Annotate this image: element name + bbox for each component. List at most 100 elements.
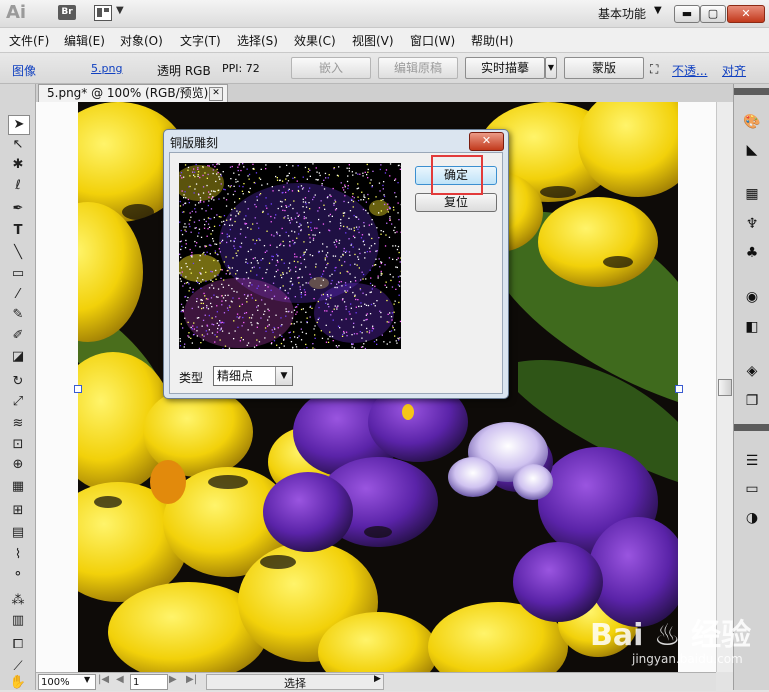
preview-dot [186, 282, 187, 283]
dock-header[interactable] [734, 88, 769, 95]
menu-edit[interactable]: 编辑(E) [64, 32, 105, 49]
scrollbar-thumb[interactable] [718, 379, 732, 396]
chevron-down-icon[interactable]: ▼ [275, 367, 292, 385]
line-icon[interactable]: ╲ [8, 244, 28, 262]
hand-icon[interactable]: ✋ [8, 674, 28, 692]
minimize-button[interactable]: ▬ [674, 5, 700, 23]
preview-dot [342, 187, 343, 188]
color-guide-icon[interactable]: 🎨 [742, 113, 762, 131]
reset-button[interactable]: 复位 [415, 193, 497, 212]
chevron-down-icon[interactable]: ▼ [545, 57, 557, 79]
chevron-down-icon[interactable]: ▼ [654, 5, 662, 16]
perspective-icon[interactable]: ▦ [8, 478, 28, 496]
direct-selection-icon[interactable]: ↖ [8, 136, 28, 154]
menu-view[interactable]: 视图(V) [352, 32, 394, 49]
appearance-icon[interactable]: ◉ [742, 288, 762, 306]
preview-dot [191, 232, 192, 233]
artboard-icon[interactable]: ⧠ [8, 636, 28, 654]
transform-icon[interactable]: ⛶ [650, 62, 658, 77]
bridge-button[interactable]: Br [58, 5, 76, 20]
menu-help[interactable]: 帮助(H) [471, 32, 513, 49]
bounding-box-handle[interactable] [74, 385, 82, 393]
symbols-icon[interactable]: ♣ [742, 244, 762, 262]
magic-wand-icon[interactable]: ✱ [8, 156, 28, 174]
dialog-close-button[interactable]: ✕ [469, 132, 504, 151]
selection-icon[interactable]: ➤ [8, 115, 30, 135]
preview-dot [371, 291, 372, 292]
type-dropdown[interactable]: 精细点 ▼ [213, 366, 293, 386]
preview-dot [199, 229, 200, 230]
gradient-panel-icon[interactable]: ▭ [742, 480, 762, 498]
blob-brush-icon[interactable]: ✐ [8, 327, 28, 345]
document-tab[interactable]: 5.png* @ 100% (RGB/预览) ✕ [38, 84, 228, 103]
chevron-down-icon[interactable]: ▼ [84, 675, 90, 684]
preview-dot [326, 325, 327, 326]
workspace-switcher[interactable]: 基本功能 [598, 5, 646, 22]
artboards-icon[interactable]: ❐ [742, 392, 762, 410]
swatches-icon[interactable]: ▦ [742, 185, 762, 203]
preview-dot [304, 252, 305, 253]
close-icon[interactable]: ✕ [209, 87, 223, 101]
preview-dot [277, 260, 278, 261]
preview-dot [181, 311, 182, 312]
blend-icon[interactable]: ⚬ [8, 566, 28, 584]
eraser-icon[interactable]: ◪ [8, 348, 28, 366]
preview-dot [309, 274, 310, 275]
preview-dot [256, 345, 257, 346]
pencil-icon[interactable]: ✎ [8, 306, 28, 324]
shape-builder-icon[interactable]: ⊕ [8, 456, 28, 474]
live-trace-button[interactable]: 实时描摹 [465, 57, 545, 79]
mesh-icon[interactable]: ⊞ [8, 502, 28, 520]
embed-button[interactable]: 嵌入 [291, 57, 371, 79]
preview-dot [352, 346, 353, 347]
color-icon[interactable]: ◣ [742, 141, 762, 159]
free-transform-icon[interactable]: ⊡ [8, 436, 28, 454]
transparency-icon[interactable]: ◑ [742, 509, 762, 527]
close-window-button[interactable]: ✕ [727, 5, 765, 23]
paintbrush-icon[interactable]: ⁄ [8, 286, 28, 304]
align-link[interactable]: 对齐 [722, 62, 746, 79]
brushes-icon[interactable]: ♆ [742, 215, 762, 233]
menu-effect[interactable]: 效果(C) [294, 32, 336, 49]
preview-dot [216, 173, 217, 174]
menu-file[interactable]: 文件(F) [9, 32, 49, 49]
last-page-icon[interactable]: ▶| [186, 674, 197, 685]
eyedropper-icon[interactable]: ⌇ [8, 546, 28, 564]
preview-dot [338, 326, 339, 327]
layers-icon[interactable]: ◈ [742, 362, 762, 380]
menu-object[interactable]: 对象(O) [120, 32, 163, 49]
next-page-icon[interactable]: ▶ [169, 674, 177, 685]
symbol-sprayer-icon[interactable]: ⁂ [8, 592, 28, 610]
preview-dot [389, 218, 390, 219]
status-mode-select[interactable]: 选择 [206, 674, 384, 690]
menu-type[interactable]: 文字(T) [180, 32, 221, 49]
stroke-icon[interactable]: ☰ [742, 452, 762, 470]
arrange-documents-icon[interactable] [94, 5, 112, 21]
graphic-styles-icon[interactable]: ◧ [742, 318, 762, 336]
graph-icon[interactable]: ▥ [8, 612, 28, 630]
rectangle-icon[interactable]: ▭ [8, 265, 28, 283]
dock-header[interactable] [734, 424, 769, 431]
chevron-right-icon[interactable]: ▶ [374, 674, 381, 684]
lasso-icon[interactable]: ℓ [8, 177, 28, 195]
pen-icon[interactable]: ✒ [8, 200, 28, 218]
menu-window[interactable]: 窗口(W) [410, 32, 455, 49]
scale-icon[interactable]: ⤢ [8, 393, 28, 411]
chevron-down-icon[interactable]: ▼ [116, 5, 124, 16]
edit-original-button[interactable]: 编辑原稿 [378, 57, 458, 79]
preview-dot [341, 265, 342, 266]
bounding-box-handle[interactable] [675, 385, 683, 393]
prev-page-icon[interactable]: ◀ [116, 674, 124, 685]
gradient-icon[interactable]: ▤ [8, 524, 28, 542]
linked-file-link[interactable]: 5.png [91, 62, 122, 75]
restore-button[interactable]: ▢ [700, 5, 726, 23]
preview-dot [335, 305, 336, 306]
opacity-link[interactable]: 不透... [672, 62, 707, 79]
menu-select[interactable]: 选择(S) [237, 32, 278, 49]
first-page-icon[interactable]: |◀ [98, 674, 109, 685]
rotate-icon[interactable]: ↻ [8, 373, 28, 391]
mask-button[interactable]: 蒙版 [564, 57, 644, 79]
page-select[interactable]: 1 [130, 674, 168, 690]
warp-icon[interactable]: ≋ [8, 415, 28, 433]
type-icon[interactable]: T [8, 222, 28, 240]
